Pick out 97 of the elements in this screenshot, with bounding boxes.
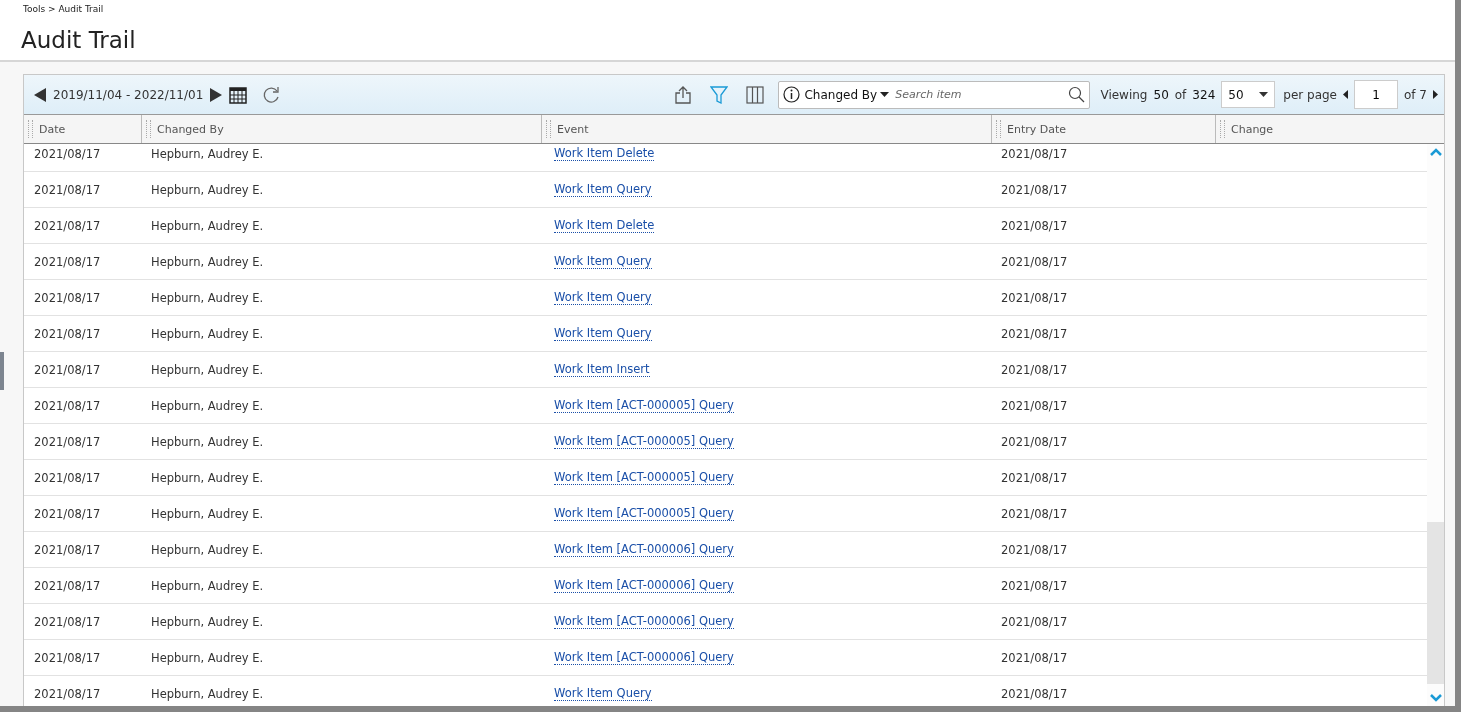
- entry-date-cell-text: 2021/08/17: [1000, 650, 1069, 665]
- changed-by-cell-text: Hepburn, Audrey E.: [150, 686, 265, 701]
- date-cell-text: 2021/08/17: [33, 578, 102, 593]
- scrollbar-thumb[interactable]: [1427, 522, 1444, 684]
- date-cell-text: 2021/08/17: [33, 686, 102, 701]
- columns-icon[interactable]: [746, 85, 765, 104]
- entry-date-cell-text: 2021/08/17: [1000, 614, 1069, 629]
- event-link[interactable]: Work Item Query: [554, 686, 652, 701]
- entry-date-cell-text: 2021/08/17: [1000, 326, 1069, 341]
- date-cell-text: 2021/08/17: [33, 182, 102, 197]
- date-cell-text: 2021/08/17: [33, 398, 102, 413]
- next-page-icon[interactable]: [1433, 90, 1438, 99]
- info-icon: [783, 86, 801, 103]
- search-field[interactable]: Changed By Search item: [778, 80, 1091, 109]
- entry-date-cell-text: 2021/08/17: [1000, 578, 1069, 593]
- entry-date-cell-text: 2021/08/17: [1000, 362, 1069, 377]
- entry-date-cell-text: 2021/08/17: [1000, 506, 1069, 521]
- event-link[interactable]: Work Item Query: [554, 254, 652, 269]
- column-header[interactable]: Changed By: [157, 122, 224, 136]
- filter-icon[interactable]: [710, 85, 729, 104]
- entry-date-cell-text: 2021/08/17: [1000, 398, 1069, 413]
- entry-date-cell-text: 2021/08/17: [1000, 542, 1069, 557]
- changed-by-cell-text: Hepburn, Audrey E.: [150, 254, 265, 269]
- export-icon[interactable]: [674, 85, 693, 104]
- entry-date-cell-text: 2021/08/17: [1000, 434, 1069, 449]
- date-cell-text: 2021/08/17: [33, 650, 102, 665]
- changed-by-cell-text: Hepburn, Audrey E.: [150, 146, 265, 161]
- event-link[interactable]: Work Item [ACT-000005] Query: [554, 434, 734, 449]
- event-link[interactable]: Work Item Delete: [554, 218, 655, 233]
- refresh-icon[interactable]: [261, 84, 282, 105]
- viewing-of: of: [1174, 87, 1187, 102]
- column-header[interactable]: Change: [1231, 122, 1274, 136]
- date-cell-text: 2021/08/17: [33, 254, 102, 269]
- changed-by-cell-text: Hepburn, Audrey E.: [150, 326, 265, 341]
- date-cell-text: 2021/08/17: [33, 146, 102, 161]
- changed-by-cell-text: Hepburn, Audrey E.: [150, 578, 265, 593]
- changed-by-cell-text: Hepburn, Audrey E.: [150, 182, 265, 197]
- splitter-handle[interactable]: [0, 352, 4, 390]
- next-icon[interactable]: [209, 87, 224, 102]
- changed-by-cell-text: Hepburn, Audrey E.: [150, 398, 265, 413]
- event-link[interactable]: Work Item [ACT-000006] Query: [554, 650, 734, 665]
- changed-by-cell-text: Hepburn, Audrey E.: [150, 542, 265, 557]
- event-link[interactable]: Work Item [ACT-000006] Query: [554, 614, 734, 629]
- date-cell-text: 2021/08/17: [33, 362, 102, 377]
- viewing-total: 324: [1192, 87, 1216, 102]
- field-dropdown[interactable]: Changed By: [804, 87, 890, 102]
- previous-page-icon[interactable]: [1343, 90, 1348, 99]
- column-header[interactable]: Entry Date: [1007, 122, 1067, 136]
- date-range: 2019/11/04 - 2022/11/01: [53, 87, 204, 102]
- previous-icon[interactable]: [33, 87, 47, 102]
- entry-date-cell-text: 2021/08/17: [1000, 254, 1069, 269]
- date-cell-text: 2021/08/17: [33, 434, 102, 449]
- date-cell-text: 2021/08/17: [33, 326, 102, 341]
- changed-by-cell-text: Hepburn, Audrey E.: [150, 218, 265, 233]
- changed-by-cell-text: Hepburn, Audrey E.: [150, 434, 265, 449]
- caret-icon: [880, 92, 890, 97]
- changed-by-cell-text: Hepburn, Audrey E.: [150, 614, 265, 629]
- date-cell-text: 2021/08/17: [33, 506, 102, 521]
- event-link[interactable]: Work Item Delete: [554, 146, 655, 161]
- column-header[interactable]: Event: [557, 122, 589, 136]
- viewing-count: 50: [1153, 87, 1169, 102]
- calendar-icon[interactable]: [229, 85, 248, 104]
- event-link[interactable]: Work Item Query: [554, 290, 652, 305]
- page-input[interactable]: 1: [1354, 80, 1398, 109]
- caret-icon: [1259, 92, 1269, 97]
- date-cell-text: 2021/08/17: [33, 218, 102, 233]
- date-cell-text: 2021/08/17: [33, 542, 102, 557]
- entry-date-cell-text: 2021/08/17: [1000, 470, 1069, 485]
- per-page-label: per page: [1283, 87, 1337, 102]
- event-link[interactable]: Work Item [ACT-000006] Query: [554, 578, 734, 593]
- event-link[interactable]: Work Item [ACT-000005] Query: [554, 398, 734, 413]
- event-link[interactable]: Work Item [ACT-000006] Query: [554, 542, 734, 557]
- changed-by-cell-text: Hepburn, Audrey E.: [150, 290, 265, 305]
- entry-date-cell-text: 2021/08/17: [1000, 146, 1069, 161]
- changed-by-cell-text: Hepburn, Audrey E.: [150, 650, 265, 665]
- event-link[interactable]: Work Item [ACT-000005] Query: [554, 470, 734, 485]
- date-cell-text: 2021/08/17: [33, 470, 102, 485]
- event-link[interactable]: Work Item Query: [554, 182, 652, 197]
- entry-date-cell-text: 2021/08/17: [1000, 218, 1069, 233]
- page-count: of 7: [1404, 87, 1427, 102]
- entry-date-cell-text: 2021/08/17: [1000, 182, 1069, 197]
- changed-by-cell-text: Hepburn, Audrey E.: [150, 506, 265, 521]
- column-header[interactable]: Date: [39, 122, 66, 136]
- event-link[interactable]: Work Item Query: [554, 326, 652, 341]
- event-link[interactable]: Work Item Insert: [554, 362, 650, 377]
- viewing-label: Viewing: [1100, 87, 1148, 102]
- date-cell-text: 2021/08/17: [33, 614, 102, 629]
- breadcrumb: Tools > Audit Trail: [22, 3, 105, 16]
- changed-by-cell-text: Hepburn, Audrey E.: [150, 470, 265, 485]
- event-link[interactable]: Work Item [ACT-000005] Query: [554, 506, 734, 521]
- entry-date-cell-text: 2021/08/17: [1000, 686, 1069, 701]
- date-cell-text: 2021/08/17: [33, 290, 102, 305]
- page-title: Audit Trail: [20, 26, 137, 55]
- entry-date-cell-text: 2021/08/17: [1000, 290, 1069, 305]
- page-size-select[interactable]: 50: [1221, 81, 1276, 108]
- search-icon[interactable]: [1068, 86, 1086, 103]
- changed-by-cell-text: Hepburn, Audrey E.: [150, 362, 265, 377]
